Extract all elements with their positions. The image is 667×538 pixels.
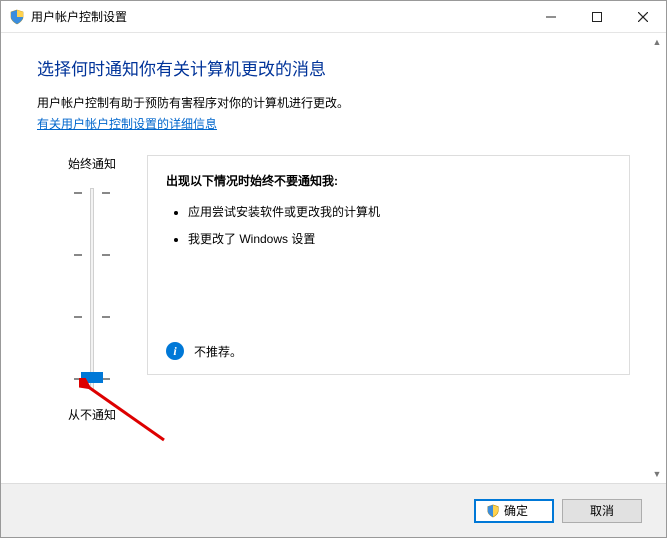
window-title: 用户帐户控制设置 [31, 8, 528, 25]
recommendation-text: 不推荐。 [194, 343, 242, 360]
recommendation-row: i 不推荐。 [166, 342, 242, 360]
slider-tick [74, 192, 82, 194]
ok-button[interactable]: 确定 [474, 499, 554, 523]
slider-thumb[interactable] [81, 372, 103, 383]
slider-column: 始终通知 从不通知 [37, 155, 147, 423]
slider-tick [74, 254, 82, 256]
cancel-button-label: 取消 [590, 504, 614, 518]
slider-tick [102, 254, 110, 256]
uac-settings-window: 用户帐户控制设置 选择何时通知你有关计算机更改的消息 用户帐户控制有助于预防有害… [0, 0, 667, 538]
footer: 确定 取消 系统之家 [1, 483, 666, 537]
info-bullet: 我更改了 Windows 设置 [188, 230, 611, 247]
slider-top-label: 始终通知 [68, 155, 116, 172]
close-button[interactable] [620, 1, 666, 33]
page-title: 选择何时通知你有关计算机更改的消息 [37, 55, 630, 80]
watermark-logo: 系统之家 [522, 429, 652, 477]
slider-track [90, 188, 94, 390]
ok-button-label: 确定 [504, 502, 528, 519]
minimize-button[interactable] [528, 1, 574, 33]
uac-shield-icon [486, 504, 500, 518]
slider-bottom-label: 从不通知 [68, 406, 116, 423]
vertical-scrollbar[interactable]: ▲ ▼ [649, 34, 665, 482]
maximize-button[interactable] [574, 1, 620, 33]
info-bullet-list: 应用尝试安装软件或更改我的计算机 我更改了 Windows 设置 [166, 203, 611, 247]
info-heading: 出现以下情况时始终不要通知我: [166, 172, 611, 189]
info-panel: 出现以下情况时始终不要通知我: 应用尝试安装软件或更改我的计算机 我更改了 Wi… [147, 155, 630, 375]
slider-tick [102, 378, 110, 380]
uac-shield-icon [9, 9, 25, 25]
titlebar: 用户帐户控制设置 [1, 1, 666, 33]
slider-tick [102, 316, 110, 318]
svg-text:系统之家: 系统之家 [584, 444, 652, 465]
description-text: 用户帐户控制有助于预防有害程序对你的计算机进行更改。 [37, 94, 630, 111]
slider-tick [74, 316, 82, 318]
info-icon: i [166, 342, 184, 360]
info-bullet: 应用尝试安装软件或更改我的计算机 [188, 203, 611, 220]
scroll-up-icon[interactable]: ▲ [649, 34, 665, 50]
body-area: 始终通知 从不通知 出现以下情况时始终不要通知我: [37, 155, 630, 423]
slider-tick [102, 192, 110, 194]
notification-slider[interactable] [62, 182, 122, 396]
help-link[interactable]: 有关用户帐户控制设置的详细信息 [37, 115, 217, 132]
cancel-button[interactable]: 取消 [562, 499, 642, 523]
content-area: 选择何时通知你有关计算机更改的消息 用户帐户控制有助于预防有害程序对你的计算机进… [1, 33, 666, 483]
